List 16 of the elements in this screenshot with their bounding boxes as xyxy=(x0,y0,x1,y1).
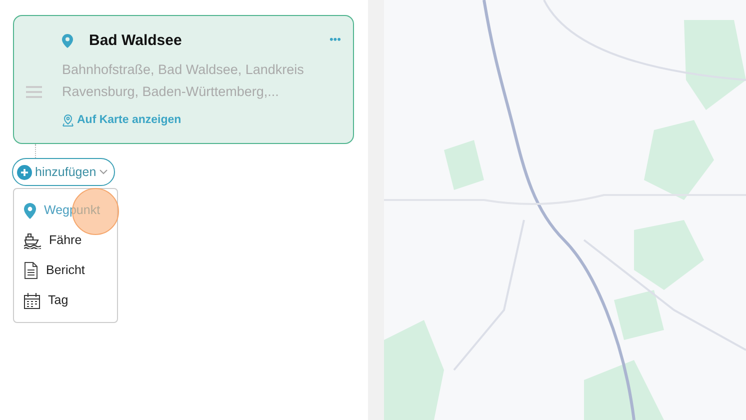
menu-item[interactable]: Fähre xyxy=(14,226,117,256)
caret-icon xyxy=(99,169,108,175)
pin-icon xyxy=(62,34,73,48)
stop-card[interactable]: Bad Waldsee Bahnhofstraße, Bad Waldsee, Landkreis Ravensburg, Baden-Württemberg,... Auf Karte anzeigen ••• xyxy=(13,15,354,144)
pin-icon xyxy=(24,202,36,218)
map-pin-icon xyxy=(62,114,74,127)
add-dropdown-button[interactable]: hinzufügen xyxy=(12,158,116,186)
menu-item[interactable]: Tag xyxy=(14,286,117,316)
menu-item[interactable]: Bericht xyxy=(14,256,117,286)
document-icon xyxy=(24,262,38,279)
place-title: Bad Waldsee xyxy=(89,31,182,51)
address-text: Bahnhofstraße, Bad Waldsee, Landkreis Ravensburg, Baden-Württemberg,... xyxy=(62,60,305,101)
ship-icon xyxy=(24,232,41,248)
plus-icon xyxy=(17,164,32,180)
drag-handle-icon[interactable] xyxy=(26,86,42,98)
calendar-icon xyxy=(24,292,40,308)
